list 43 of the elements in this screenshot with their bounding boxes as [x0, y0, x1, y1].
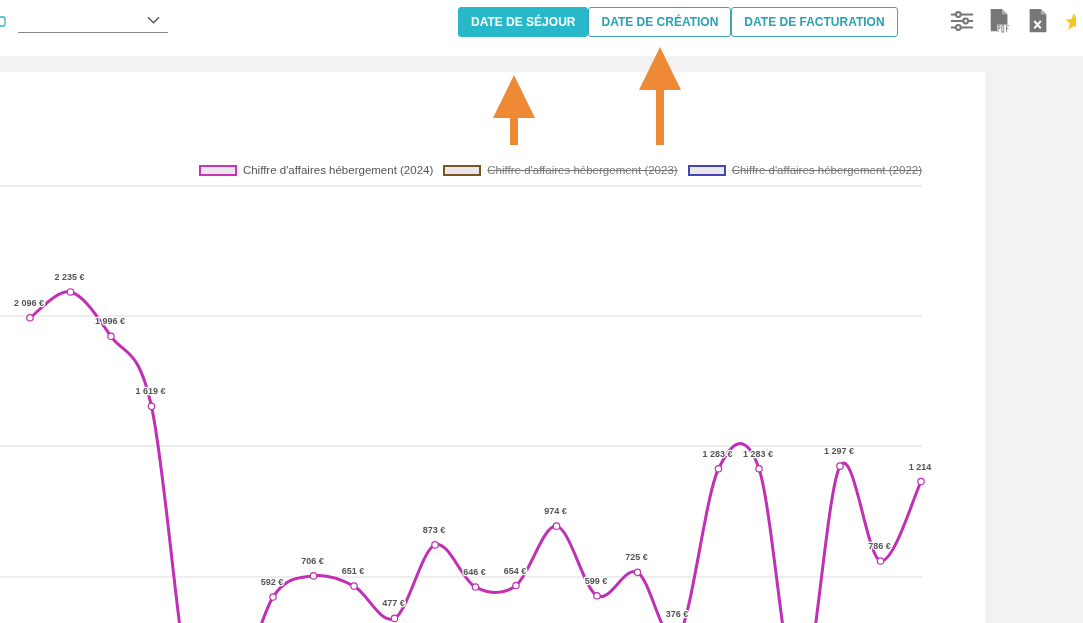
- data-point: [107, 332, 115, 341]
- value-label: 725 €: [625, 552, 648, 563]
- value-label: 477 €: [382, 598, 405, 609]
- value-label: 974 €: [544, 506, 567, 517]
- value-label: 2 096 €: [14, 297, 44, 308]
- date-tab[interactable]: DATE DE CRÉATION: [588, 7, 732, 37]
- value-label: 1 214: [908, 461, 932, 472]
- calendar-icon: [0, 15, 6, 27]
- legend-label[interactable]: Chiffre d'affaires hébergement (2023): [487, 164, 678, 176]
- chevron-down-icon: [147, 16, 160, 24]
- data-point: [876, 557, 885, 565]
- value-label: 592 €: [260, 577, 284, 588]
- data-point: [755, 464, 763, 473]
- data-point: [66, 288, 75, 296]
- value-label: 1 297 €: [824, 446, 854, 457]
- settings-sliders-icon[interactable]: [949, 8, 974, 34]
- data-point: [633, 568, 642, 577]
- value-label: 646 €: [463, 567, 486, 578]
- value-label: 654 €: [503, 565, 527, 576]
- up-arrow: [492, 75, 536, 145]
- data-point: [836, 462, 844, 470]
- data-point: [269, 593, 277, 601]
- data-point: [26, 313, 34, 322]
- data-point: [309, 572, 318, 580]
- value-label: 2 235 €: [54, 271, 85, 282]
- data-point: [512, 581, 520, 590]
- value-label: 1 996 €: [95, 316, 125, 327]
- data-point: [917, 477, 925, 486]
- data-point: [593, 591, 601, 600]
- value-label: 651 €: [341, 566, 365, 577]
- data-point: [714, 464, 723, 473]
- data-point: [552, 522, 561, 530]
- legend-label[interactable]: Chiffre d'affaires hébergement (2024): [242, 164, 434, 176]
- star-icon[interactable]: [1065, 11, 1076, 31]
- legend-label[interactable]: Chiffre d'affaires hébergement (2022): [731, 164, 922, 176]
- date-tab[interactable]: DATE DE FACTURATION: [731, 7, 898, 37]
- value-label: 706 €: [301, 555, 324, 566]
- data-point: [431, 541, 439, 549]
- data-point: [350, 582, 358, 590]
- data-point: [147, 402, 156, 411]
- value-label: 376 €: [665, 609, 689, 619]
- value-label: 873 €: [422, 524, 446, 535]
- data-point: [471, 583, 480, 591]
